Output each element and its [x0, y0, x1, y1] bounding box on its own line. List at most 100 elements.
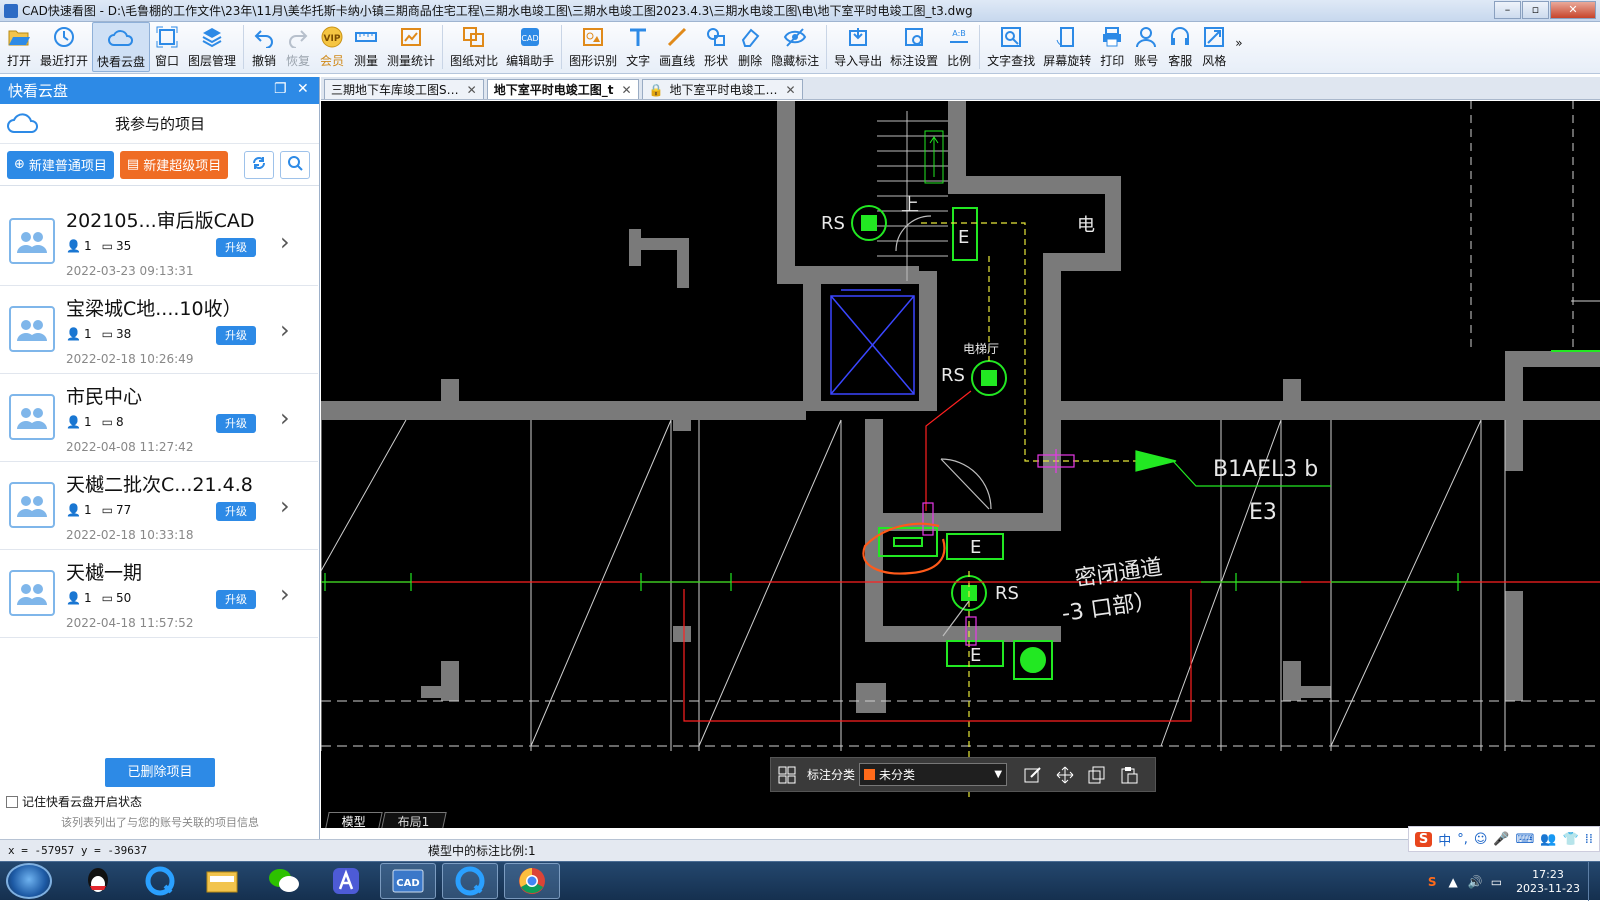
search-button[interactable] — [280, 150, 311, 179]
ime-menu-icon[interactable]: ⁞⁞ — [1585, 832, 1593, 847]
copy-icon[interactable] — [1081, 766, 1113, 784]
sogou-tray-icon[interactable]: S — [1428, 875, 1437, 889]
annotation-category-select[interactable]: 未分类 ▼ — [859, 763, 1008, 786]
project-item[interactable]: 202105...审后版CAD 👤 1 ▭ 35 升级 › 2022-03-23 0… — [0, 198, 318, 286]
refresh-button[interactable] — [244, 150, 275, 179]
close-button[interactable]: ✕ — [1550, 1, 1596, 19]
project-item[interactable]: 天樾二批次C...21.4.8 👤 1 ▭ 77 升级 › 2022-02-18 1… — [0, 462, 318, 550]
users-icon[interactable]: 👥 — [1540, 832, 1556, 847]
grid-view-icon[interactable] — [771, 766, 803, 784]
measure-button[interactable]: 测量 — [349, 22, 383, 72]
edit-annotation-icon[interactable] — [1017, 766, 1049, 784]
account-button[interactable]: 账号 — [1129, 22, 1163, 72]
app-a-icon[interactable] — [318, 863, 374, 899]
tab-close-icon[interactable]: ✕ — [621, 83, 631, 97]
upgrade-button[interactable]: 升级 — [216, 590, 256, 609]
text-button[interactable]: 文字 — [621, 22, 655, 72]
clock[interactable]: 17:23 2023-11-23 — [1516, 868, 1580, 896]
ime-language[interactable]: 中 — [1438, 830, 1451, 849]
new-super-project-button[interactable]: ▤ 新建超级项目 — [119, 150, 229, 179]
rotate-screen-button[interactable]: 屏幕旋转 — [1039, 22, 1095, 72]
chevron-right-icon[interactable]: › — [280, 492, 290, 520]
doc-tab-active[interactable]: 地下室平时电竣工图_t ✕ — [486, 79, 639, 99]
upgrade-button[interactable]: 升级 — [216, 326, 256, 345]
upgrade-button[interactable]: 升级 — [216, 238, 256, 257]
cad-viewer-taskbar-icon[interactable]: CAD — [380, 863, 436, 899]
chevron-right-icon[interactable]: › — [280, 316, 290, 344]
chrome-icon[interactable] — [504, 863, 560, 899]
layer-manager-button[interactable]: 图层管理 — [184, 22, 240, 72]
svg-text:CAD: CAD — [396, 878, 419, 889]
browser-q-icon[interactable] — [132, 863, 188, 899]
sogou-logo-icon[interactable]: S — [1414, 831, 1433, 847]
file-explorer-icon[interactable] — [194, 863, 250, 899]
upgrade-button[interactable]: 升级 — [216, 502, 256, 521]
ime-punctuation[interactable]: °, — [1457, 832, 1468, 847]
chevron-right-icon[interactable]: › — [280, 404, 290, 432]
compare-button[interactable]: 图纸对比 — [446, 22, 502, 72]
open-button[interactable]: 打开 — [2, 22, 36, 72]
project-item[interactable]: 市民中心 👤 1 ▭ 8 升级 › 2022-04-08 11:27:42 — [0, 374, 318, 462]
annotation-settings-button[interactable]: 标注设置 — [886, 22, 942, 72]
style-button[interactable]: 风格 — [1197, 22, 1231, 72]
delete-button[interactable]: 删除 — [733, 22, 767, 72]
recent-button[interactable]: 最近打开 — [36, 22, 92, 72]
member-icon: 👤 — [66, 503, 81, 517]
doc-tab[interactable]: 🔒 地下室平时电竣工… ✕ — [641, 79, 803, 99]
chevron-right-icon[interactable]: › — [280, 580, 290, 608]
undo-button[interactable]: 撤销 — [247, 22, 281, 72]
start-button[interactable] — [6, 863, 52, 899]
drawing-canvas[interactable]: RS RS RS E E E 上 电 电梯厅 B1AEL3 b E3 密闭通道 … — [321, 101, 1600, 814]
text-search-button[interactable]: 文字查找 — [983, 22, 1039, 72]
print-button[interactable]: 打印 — [1095, 22, 1129, 72]
panel-close-icon[interactable]: ✕ — [297, 81, 309, 97]
keyboard-icon[interactable]: ⌨ — [1516, 832, 1535, 847]
shape-recognize-button[interactable]: 图形识别 — [565, 22, 621, 72]
vip-button[interactable]: VIP 会员 — [315, 22, 349, 72]
import-export-button[interactable]: 导入导出 — [830, 22, 886, 72]
toolbar-more-button[interactable]: » — [1231, 22, 1246, 72]
measure-stats-button[interactable]: 测量统计 — [383, 22, 439, 72]
maximize-button[interactable]: ▫ — [1522, 1, 1549, 19]
chevron-right-icon[interactable]: › — [280, 228, 290, 256]
remember-checkbox[interactable] — [6, 795, 18, 808]
wechat-icon[interactable] — [256, 863, 312, 899]
volume-icon[interactable]: 🔊 — [1468, 875, 1483, 889]
line-button[interactable]: 画直线 — [655, 22, 699, 72]
redo-icon — [285, 24, 311, 50]
tab-layout1[interactable]: 布局1 — [381, 812, 447, 829]
microphone-icon[interactable]: 🎤 — [1493, 832, 1509, 847]
project-item[interactable]: 宝梁城C地....10收） 👤 1 ▭ 38 升级 › 2022-02-18 10:… — [0, 286, 318, 374]
skin-icon[interactable]: 👕 — [1563, 832, 1579, 847]
panel-restore-icon[interactable]: ❐ — [274, 81, 287, 97]
scale-button[interactable]: A:B 比例 — [942, 22, 976, 72]
new-normal-project-button[interactable]: ⊕ 新建普通项目 — [7, 150, 114, 179]
qq-icon[interactable] — [70, 863, 126, 899]
tab-close-icon[interactable]: ✕ — [467, 83, 477, 97]
system-tray: S ▲ 🔊 ▭ 17:23 2023-11-23 — [1428, 862, 1600, 901]
deleted-projects-button[interactable]: 已删除项目 — [105, 758, 215, 787]
style-icon — [1201, 24, 1227, 50]
doc-tab[interactable]: 三期地下车库竣工图S… ✕ — [324, 79, 484, 99]
redo-button[interactable]: 恢复 — [281, 22, 315, 72]
window-button[interactable]: 窗口 — [150, 22, 184, 72]
network-icon[interactable]: ▭ — [1491, 875, 1502, 889]
minimize-button[interactable]: – — [1494, 1, 1521, 19]
chevron-down-icon: ▼ — [994, 769, 1003, 780]
hide-annotation-button[interactable]: 隐藏标注 — [767, 22, 823, 72]
tab-model[interactable]: 模型 — [325, 812, 383, 829]
browser-q-icon[interactable] — [442, 863, 498, 899]
show-desktop-button[interactable] — [1588, 862, 1600, 901]
project-item[interactable]: 天樾一期 👤 1 ▭ 50 升级 › 2022-04-18 11:57:52 — [0, 550, 318, 638]
remember-state-option[interactable]: 记住快看云盘开启状态 — [6, 793, 142, 810]
paste-icon[interactable] — [1113, 766, 1145, 784]
emoji-icon[interactable]: ☺ — [1474, 832, 1488, 847]
tray-expand-icon[interactable]: ▲ — [1449, 875, 1458, 889]
edit-assistant-button[interactable]: CAD 编辑助手 — [502, 22, 558, 72]
move-icon[interactable] — [1049, 766, 1081, 784]
tab-close-icon[interactable]: ✕ — [785, 83, 795, 97]
cloud-drive-button[interactable]: 快看云盘 — [92, 22, 151, 72]
upgrade-button[interactable]: 升级 — [216, 414, 256, 433]
shape-button[interactable]: 形状 — [699, 22, 733, 72]
support-button[interactable]: 客服 — [1163, 22, 1197, 72]
